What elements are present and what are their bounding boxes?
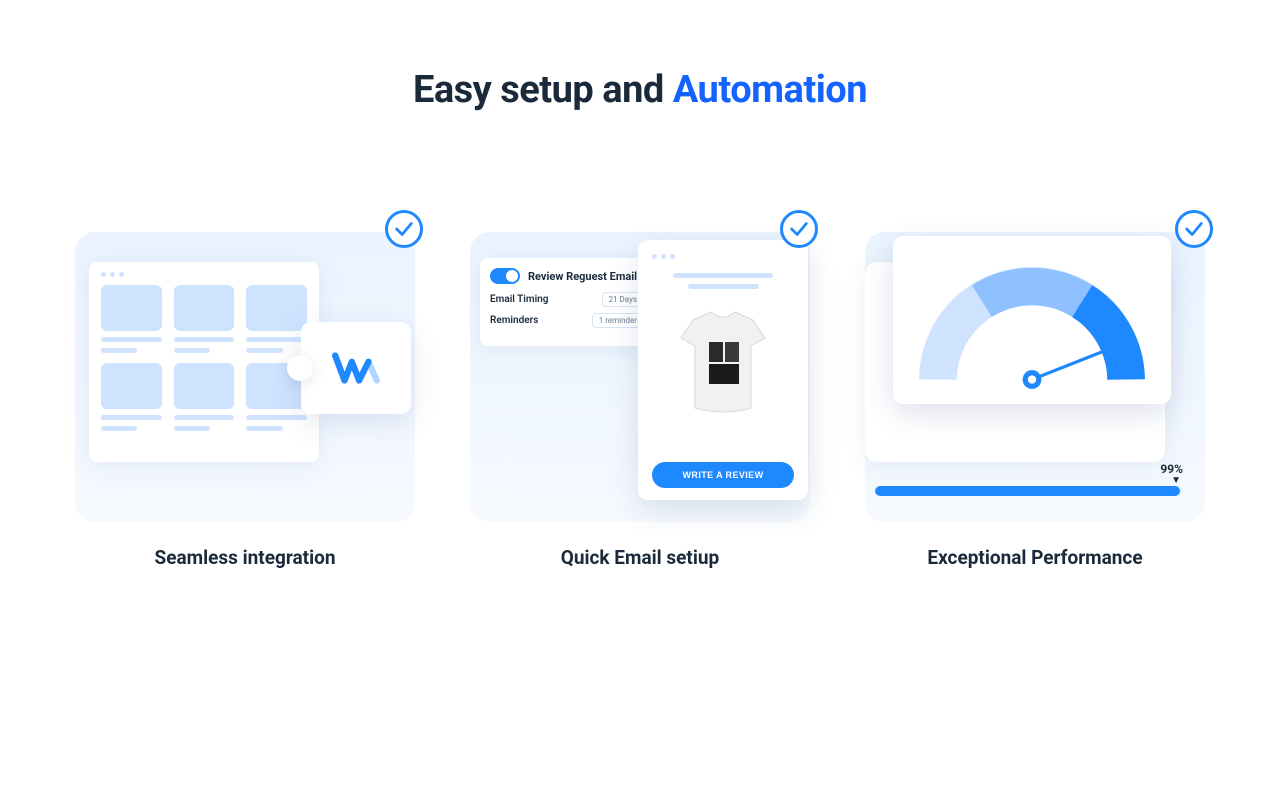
browser-mock xyxy=(89,262,319,462)
email-preview-card: WRITE A REVIEW xyxy=(638,240,808,500)
toggle-label: Review Reguest Email xyxy=(528,270,637,283)
feature-card-integration: Seamless integration xyxy=(75,222,415,569)
progress-bar xyxy=(875,486,1183,496)
headline-black: Easy setup and xyxy=(413,68,673,112)
page-headline: Easy setup and Automation xyxy=(0,68,1280,112)
gauge-card xyxy=(893,236,1171,404)
check-icon xyxy=(385,210,423,248)
feature-row: Seamless integration Review Reguest Emai… xyxy=(75,222,1205,569)
check-icon xyxy=(1175,210,1213,248)
toggle-switch[interactable] xyxy=(490,268,520,284)
headline-accent: Automation xyxy=(673,68,867,112)
w-logo-icon xyxy=(331,343,381,393)
write-review-button[interactable]: WRITE A REVIEW xyxy=(652,462,794,488)
feature-caption: Quick Email setiup xyxy=(561,546,719,569)
feature-caption: Exceptional Performance xyxy=(927,546,1142,569)
email-timing-label: Email Timing xyxy=(490,294,548,305)
product-image xyxy=(668,303,778,423)
reminders-label: Reminders xyxy=(490,315,538,326)
progress-value-label: 99% xyxy=(1160,462,1183,476)
plugin-logo-card xyxy=(301,322,411,414)
feature-card-performance: 99% ▼ Exceptional Performance xyxy=(865,222,1205,569)
feature-caption: Seamless integration xyxy=(155,546,336,569)
caret-down-icon: ▼ xyxy=(1171,475,1181,486)
check-icon xyxy=(780,210,818,248)
feature-card-email: Review Reguest Email Email Timing 21 Day… xyxy=(470,222,810,569)
gauge-icon xyxy=(917,252,1147,392)
email-settings-panel: Review Reguest Email Email Timing 21 Day… xyxy=(480,258,658,346)
